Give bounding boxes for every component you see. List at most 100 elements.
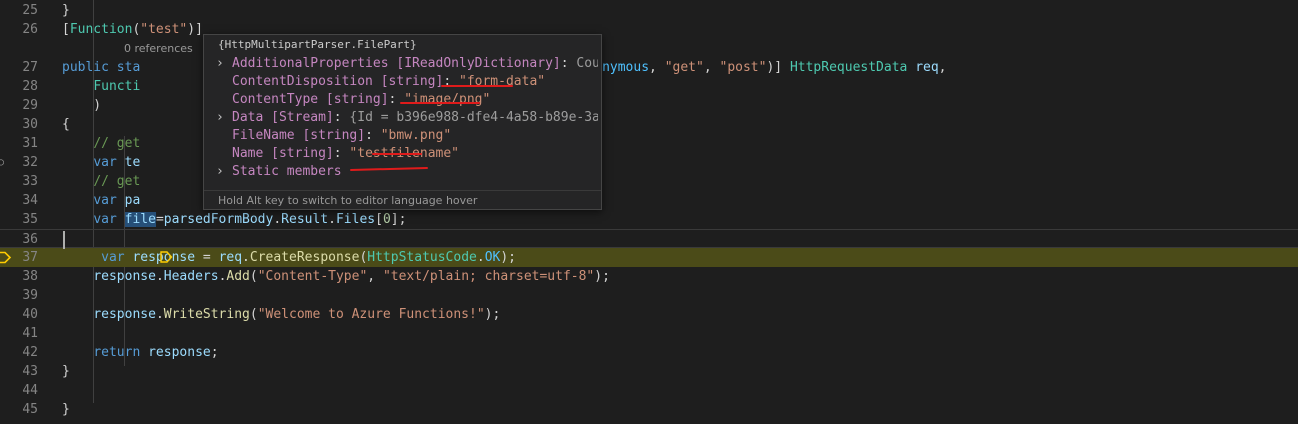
- code-token: )]: [766, 60, 790, 75]
- code-line[interactable]: 38 response.Headers.Add("Content-Type", …: [0, 267, 1298, 286]
- line-number[interactable]: 28: [0, 77, 38, 96]
- code-token: req: [915, 60, 939, 75]
- line-code[interactable]: [Function("test")]: [62, 20, 203, 39]
- variable-name: Data: [232, 110, 264, 125]
- variable-value: "bmw.png": [380, 128, 452, 143]
- line-code[interactable]: // get: [62, 134, 140, 153]
- chevron-right-icon[interactable]: ›: [216, 163, 226, 181]
- line-code[interactable]: response.Headers.Add("Content-Type", "te…: [62, 267, 610, 286]
- annotation-underline-form-data: [441, 85, 513, 87]
- code-line[interactable]: 43}: [0, 362, 1298, 381]
- code-line[interactable]: 31 // get: [0, 134, 1298, 153]
- chevron-right-icon[interactable]: ›: [216, 55, 226, 73]
- code-line[interactable]: 32 var te "testparams"];○: [0, 153, 1298, 172]
- line-number[interactable]: 43: [0, 362, 38, 381]
- code-token: }: [62, 364, 70, 379]
- code-line[interactable]: 29 ): [0, 96, 1298, 115]
- line-number[interactable]: 44: [0, 381, 38, 400]
- variable-value: {Id = b396e988-dfe4-4a58-b89e-3a382...: [349, 110, 598, 125]
- code-token: Headers: [163, 269, 219, 284]
- code-token: file: [124, 212, 156, 227]
- code-token: }: [62, 402, 70, 417]
- code-token: var: [93, 155, 117, 170]
- code-token: (: [249, 269, 258, 284]
- hover-variable-row[interactable]: › Static members: [204, 163, 601, 181]
- line-code[interactable]: response.WriteString("Welcome to Azure F…: [62, 305, 500, 324]
- line-number[interactable]: 31: [0, 134, 38, 153]
- code-line[interactable]: 33 // get: [0, 172, 1298, 191]
- code-line[interactable]: 27public sta Level.Anonymous, "get", "po…: [0, 58, 1298, 77]
- line-number[interactable]: 41: [0, 324, 38, 343]
- line-code[interactable]: ): [62, 96, 101, 115]
- code-line[interactable]: 44: [0, 381, 1298, 400]
- code-token: Add: [226, 269, 250, 284]
- line-number[interactable]: 45: [0, 400, 38, 419]
- variable-value: "image/png": [404, 92, 491, 107]
- line-number[interactable]: 27: [0, 58, 38, 77]
- folding-marker-icon[interactable]: ○: [0, 158, 8, 168]
- hover-variable-row[interactable]: ContentDisposition [string]: "form-data": [204, 73, 601, 91]
- code-line[interactable]: 28 Functi: [0, 77, 1298, 96]
- code-token: response: [93, 269, 156, 284]
- code-line[interactable]: 40 response.WriteString("Welcome to Azur…: [0, 305, 1298, 324]
- inline-debug-arrow-icon[interactable]: [160, 251, 173, 263]
- code-token: .: [328, 212, 336, 227]
- variable-name: Static members: [232, 164, 342, 179]
- line-number[interactable]: 34: [0, 191, 38, 210]
- code-token: .: [273, 212, 282, 227]
- line-code[interactable]: }: [62, 1, 70, 20]
- code-line[interactable]: 42 return response;: [0, 343, 1298, 362]
- code-token: // get: [93, 174, 141, 189]
- line-code[interactable]: var file=parsedFormBody.Result.Files[0];: [62, 210, 406, 229]
- line-number[interactable]: 26: [0, 20, 38, 39]
- line-code[interactable]: {: [62, 115, 70, 134]
- codelens-references[interactable]: 0 references: [124, 40, 193, 58]
- line-code[interactable]: // get: [62, 172, 140, 191]
- code-token: [: [375, 212, 383, 227]
- line-code[interactable]: return response;: [62, 343, 218, 362]
- code-token: "get": [664, 60, 704, 75]
- line-number[interactable]: 39: [0, 286, 38, 305]
- line-number[interactable]: 33: [0, 172, 38, 191]
- code-line[interactable]: 45}: [0, 400, 1298, 419]
- line-number[interactable]: 29: [0, 96, 38, 115]
- hover-variable-row[interactable]: FileName [string]: "bmw.png": [204, 127, 601, 145]
- code-line[interactable]: 41: [0, 324, 1298, 343]
- code-token: .: [476, 250, 485, 265]
- line-number[interactable]: 25: [0, 1, 38, 20]
- hover-variable-row[interactable]: › Data [Stream]: {Id = b396e988-dfe4-4a58…: [204, 109, 601, 127]
- line-code[interactable]: }: [62, 400, 70, 419]
- line-number[interactable]: 40: [0, 305, 38, 324]
- chevron-right-icon[interactable]: ›: [216, 109, 226, 127]
- code-token: WriteString: [163, 307, 250, 322]
- code-line[interactable]: 30 {: [0, 115, 1298, 134]
- code-line[interactable]: 39: [0, 286, 1298, 305]
- line-number[interactable]: 35: [0, 210, 38, 229]
- line-code[interactable]: Functi: [62, 77, 140, 96]
- debug-stop-arrow-icon[interactable]: [0, 251, 12, 264]
- code-line[interactable]: 25}: [0, 1, 1298, 20]
- code-token: .: [155, 307, 164, 322]
- code-line[interactable]: 34 var pa eq.Body);: [0, 191, 1298, 210]
- hover-variable-row[interactable]: › AdditionalProperties [IReadOnlyDictiona…: [204, 55, 601, 73]
- code-line[interactable]: 37 var response = req.CreateResponse(Htt…: [0, 248, 1298, 267]
- code-line[interactable]: 36: [0, 229, 1298, 248]
- line-number[interactable]: 36: [0, 230, 38, 249]
- hover-header: {HttpMultipartParser.FilePart}: [218, 38, 417, 51]
- code-line[interactable]: 35 var file=parsedFormBody.Result.Files[…: [0, 210, 1298, 229]
- line-code[interactable]: }: [62, 362, 70, 381]
- line-number[interactable]: 30: [0, 115, 38, 134]
- code-editor[interactable]: 25}26[Function("test")]27public sta Leve…: [0, 0, 1298, 424]
- line-code[interactable]: var response = req.CreateResponse(HttpSt…: [62, 248, 516, 267]
- hover-variable-row[interactable]: ContentType [string]: "image/png": [204, 91, 601, 109]
- code-token: ,: [649, 60, 665, 75]
- code-token: var: [93, 193, 117, 208]
- code-line[interactable]: 26 [Function("test")]: [0, 20, 1298, 39]
- line-number[interactable]: 38: [0, 267, 38, 286]
- hover-variable-text: Data [Stream]: {Id = b396e988-dfe4-4a58-…: [232, 109, 598, 127]
- line-number[interactable]: 42: [0, 343, 38, 362]
